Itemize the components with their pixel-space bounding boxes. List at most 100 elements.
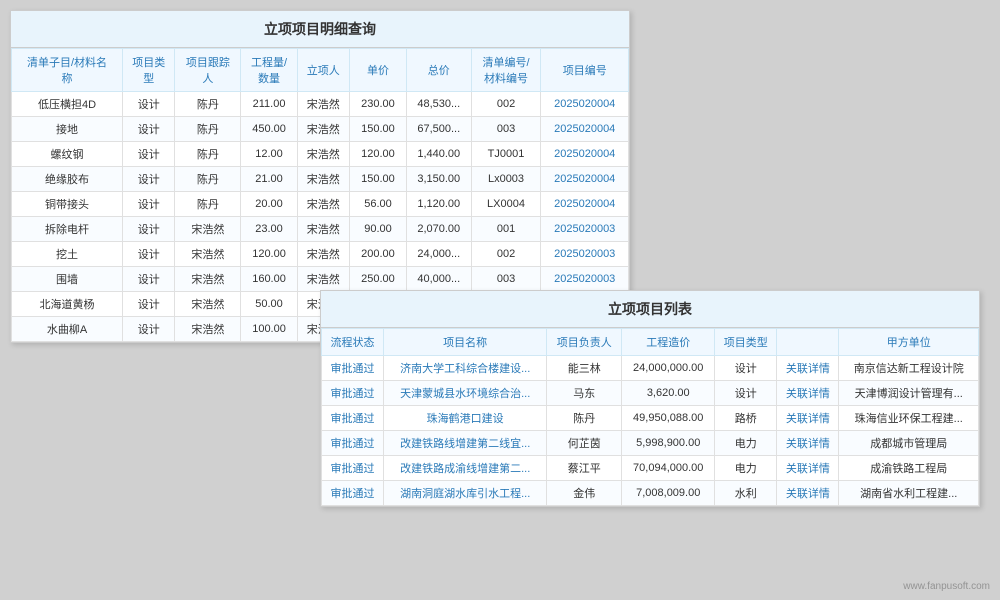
table-cell: 宋浩然 — [297, 167, 349, 192]
table-cell: 拆除电杆 — [12, 217, 123, 242]
table-cell: 宋浩然 — [297, 92, 349, 117]
table-cell[interactable]: 审批通过 — [322, 431, 384, 456]
table-cell: 水利 — [715, 481, 777, 506]
table-cell[interactable]: 审批通过 — [322, 481, 384, 506]
table-cell: 陈丹 — [547, 406, 622, 431]
table-cell: 23.00 — [241, 217, 297, 242]
table-cell: 设计 — [123, 167, 175, 192]
table-cell: 马东 — [547, 381, 622, 406]
table-cell: 003 — [471, 117, 541, 142]
table-row: 拆除电杆设计宋浩然23.00宋浩然90.002,070.000012025020… — [12, 217, 629, 242]
table-row: 接地设计陈丹450.00宋浩然150.0067,500...0032025020… — [12, 117, 629, 142]
table-cell: 珠海信业环保工程建... — [839, 406, 979, 431]
table-cell: 电力 — [715, 456, 777, 481]
table-row: 审批通过珠海鹤港口建设陈丹49,950,088.00路桥关联详情珠海信业环保工程… — [322, 406, 979, 431]
table-cell: 120.00 — [349, 142, 406, 167]
table-cell: 40,000... — [406, 267, 471, 292]
table-cell: 能三林 — [547, 356, 622, 381]
table-cell: 003 — [471, 267, 541, 292]
table-cell[interactable]: 审批通过 — [322, 456, 384, 481]
table-cell: 50.00 — [241, 292, 297, 317]
table-cell[interactable]: 2025020004 — [541, 92, 629, 117]
table-cell: 宋浩然 — [175, 217, 241, 242]
table-cell: 陈丹 — [175, 92, 241, 117]
table-row: 审批通过湖南洞庭湖水库引水工程...金伟7,008,009.00水利关联详情湖南… — [322, 481, 979, 506]
table-row: 审批通过济南大学工科综合楼建设...能三林24,000,000.00设计关联详情… — [322, 356, 979, 381]
table-cell[interactable]: 关联详情 — [777, 431, 839, 456]
table-cell: 宋浩然 — [297, 192, 349, 217]
table-cell: 1,120.00 — [406, 192, 471, 217]
table-cell: 宋浩然 — [175, 242, 241, 267]
table-cell: Lx0003 — [471, 167, 541, 192]
table-cell[interactable]: 关联详情 — [777, 456, 839, 481]
table-cell[interactable]: 2025020003 — [541, 217, 629, 242]
table-cell[interactable]: 关联详情 — [777, 481, 839, 506]
table-cell[interactable]: 济南大学工科综合楼建设... — [384, 356, 547, 381]
table-cell[interactable]: 天津蒙城县水环境综合治... — [384, 381, 547, 406]
table-cell[interactable]: 珠海鹤港口建设 — [384, 406, 547, 431]
table-cell[interactable]: 审批通过 — [322, 356, 384, 381]
top-card-title: 立项项目明细查询 — [11, 11, 629, 48]
table-cell: 5,998,900.00 — [622, 431, 715, 456]
table-cell: 67,500... — [406, 117, 471, 142]
table-cell: 宋浩然 — [297, 217, 349, 242]
table-cell[interactable]: 2025020004 — [541, 117, 629, 142]
table-row: 挖土设计宋浩然120.00宋浩然200.0024,000...002202502… — [12, 242, 629, 267]
bottom-table: 流程状态项目名称项目负责人工程造价项目类型甲方单位 审批通过济南大学工科综合楼建… — [321, 328, 979, 506]
table-cell[interactable]: 2025020004 — [541, 192, 629, 217]
table-cell: 水曲柳A — [12, 317, 123, 342]
table-cell: 设计 — [123, 192, 175, 217]
table-cell: 设计 — [123, 142, 175, 167]
table-cell[interactable]: 2025020003 — [541, 267, 629, 292]
table-row: 低压横担4D设计陈丹211.00宋浩然230.0048,530...002202… — [12, 92, 629, 117]
table-cell: 3,150.00 — [406, 167, 471, 192]
table-cell: 250.00 — [349, 267, 406, 292]
table-cell[interactable]: 2025020004 — [541, 142, 629, 167]
table-cell: 设计 — [123, 117, 175, 142]
top-header-cell: 项目编号 — [541, 49, 629, 92]
bottom-header-cell: 项目负责人 — [547, 329, 622, 356]
table-cell: 230.00 — [349, 92, 406, 117]
table-cell: 160.00 — [241, 267, 297, 292]
table-cell: 设计 — [123, 317, 175, 342]
table-cell: 南京信达新工程设计院 — [839, 356, 979, 381]
table-cell: 设计 — [123, 242, 175, 267]
table-cell: 设计 — [715, 356, 777, 381]
table-cell: 陈丹 — [175, 192, 241, 217]
table-cell: 设计 — [123, 267, 175, 292]
table-cell: 001 — [471, 217, 541, 242]
bottom-header-cell — [777, 329, 839, 356]
table-cell[interactable]: 2025020003 — [541, 242, 629, 267]
top-header-cell: 工程量/ 数量 — [241, 49, 297, 92]
table-cell[interactable]: 审批通过 — [322, 381, 384, 406]
table-cell: 211.00 — [241, 92, 297, 117]
table-cell: 陈丹 — [175, 142, 241, 167]
table-cell[interactable]: 关联详情 — [777, 381, 839, 406]
table-row: 审批通过天津蒙城县水环境综合治...马东3,620.00设计关联详情天津博润设计… — [322, 381, 979, 406]
table-cell: 宋浩然 — [297, 142, 349, 167]
bottom-header-cell: 甲方单位 — [839, 329, 979, 356]
table-cell[interactable]: 关联详情 — [777, 406, 839, 431]
table-cell[interactable]: 湖南洞庭湖水库引水工程... — [384, 481, 547, 506]
table-cell: 90.00 — [349, 217, 406, 242]
table-cell[interactable]: 改建铁路线增建第二线宜... — [384, 431, 547, 456]
table-cell: 20.00 — [241, 192, 297, 217]
table-cell[interactable]: 关联详情 — [777, 356, 839, 381]
table-cell: 宋浩然 — [175, 292, 241, 317]
table-cell[interactable]: 改建铁路成渝线增建第二... — [384, 456, 547, 481]
watermark: www.fanpusoft.com — [903, 581, 990, 592]
table-cell: 56.00 — [349, 192, 406, 217]
bottom-header-cell: 项目类型 — [715, 329, 777, 356]
table-cell: 49,950,088.00 — [622, 406, 715, 431]
table-cell: 设计 — [123, 217, 175, 242]
table-cell: 150.00 — [349, 117, 406, 142]
top-header-cell: 项目类 型 — [123, 49, 175, 92]
table-cell: 围墙 — [12, 267, 123, 292]
top-header-cell: 立项人 — [297, 49, 349, 92]
top-header-cell: 总价 — [406, 49, 471, 92]
top-header-cell: 清单编号/ 材料编号 — [471, 49, 541, 92]
table-cell: 北海道黄杨 — [12, 292, 123, 317]
table-cell[interactable]: 审批通过 — [322, 406, 384, 431]
table-cell[interactable]: 2025020004 — [541, 167, 629, 192]
table-cell: 宋浩然 — [175, 317, 241, 342]
